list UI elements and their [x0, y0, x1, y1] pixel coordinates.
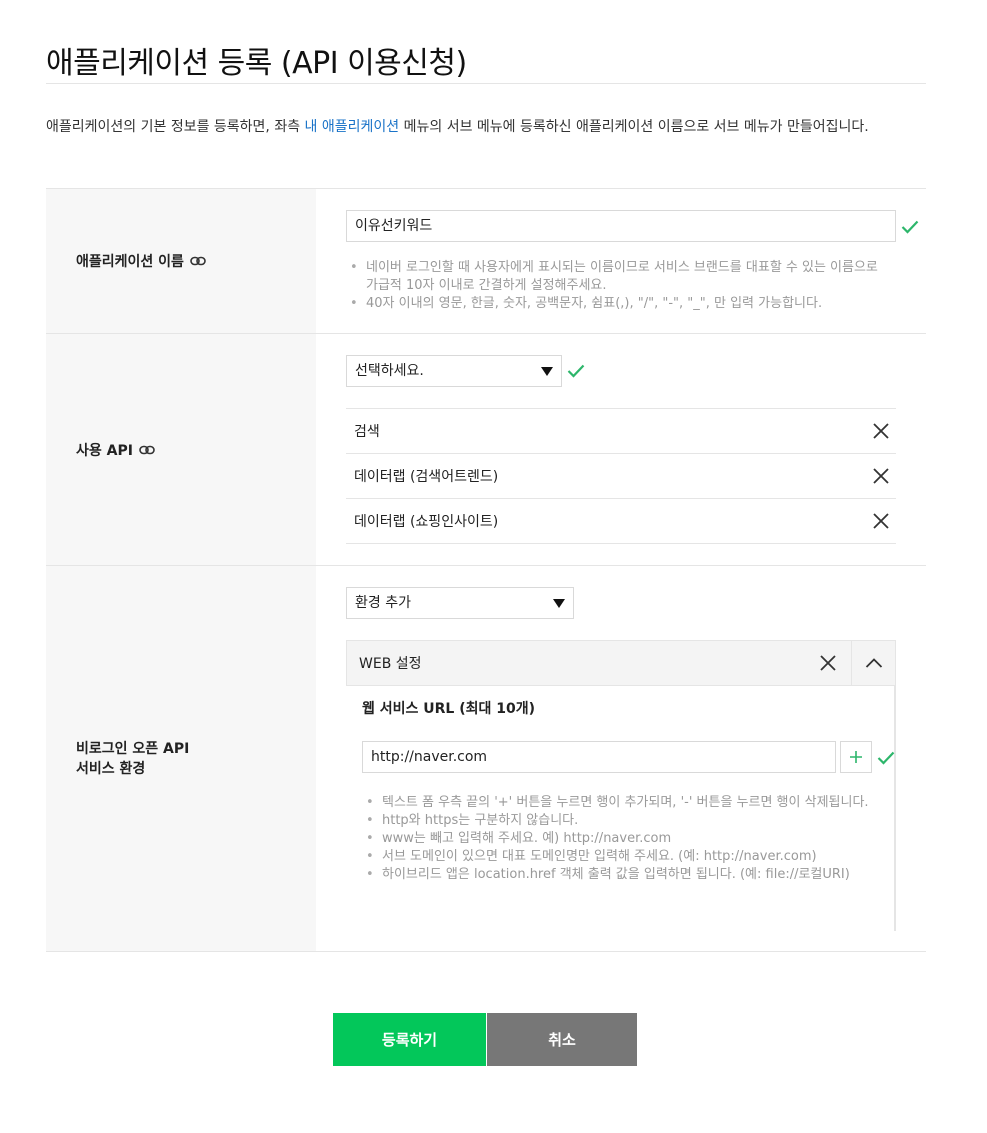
web-settings-body: 웹 서비스 URL (최대 10개) http://naver.com 텍스트 … — [346, 686, 896, 931]
hint-item: 텍스트 폼 우측 끝의 '+' 버튼을 누르면 행이 추가되며, '-' 버튼을… — [362, 794, 872, 812]
api-item-label: 데이터랩 (쇼핑인사이트) — [354, 514, 499, 530]
intro-text: 애플리케이션의 기본 정보를 등록하면, 좌측 내 애플리케이션 메뉴의 서브 … — [46, 113, 926, 141]
api-select[interactable]: 선택하세요. — [346, 355, 562, 387]
env-label-line2: 서비스 환경 — [76, 760, 146, 777]
api-row: 사용 API 선택하세요. 검색 데이터랩 (검색어트렌드) 데이터랩 (쇼핑인… — [46, 333, 926, 565]
web-settings-title: WEB 설정 — [359, 656, 422, 672]
hint-item: 40자 이내의 영문, 한글, 숫자, 공백문자, 쉼표(,), "/", "-… — [346, 295, 886, 313]
intro-text-after: 메뉴의 서브 메뉴에 등록하신 애플리케이션 이름으로 서브 메뉴가 만들어집니… — [399, 119, 869, 135]
close-x-icon[interactable] — [805, 641, 851, 685]
link-icon[interactable] — [139, 445, 155, 455]
api-label: 사용 API — [76, 442, 133, 459]
hint-item: www는 빼고 입력해 주세요. 예) http://naver.com — [362, 830, 872, 848]
api-label-cell: 사용 API — [46, 334, 316, 565]
api-field-cell: 선택하세요. 검색 데이터랩 (검색어트렌드) 데이터랩 (쇼핑인사이트) — [316, 334, 926, 565]
registration-form: 애플리케이션 이름 이유선키워드 네이버 로그인할 때 사용자에게 표시되는 이… — [46, 188, 926, 952]
valid-check-icon — [901, 219, 919, 234]
cancel-button[interactable]: 취소 — [487, 1013, 637, 1066]
link-icon[interactable] — [190, 256, 206, 266]
api-item-label: 데이터랩 (검색어트렌드) — [354, 469, 499, 485]
api-list-item: 데이터랩 (검색어트렌드) — [346, 454, 896, 499]
dropdown-arrow-icon — [553, 599, 565, 608]
hint-item: 서브 도메인이 있으면 대표 도메인명만 입력해 주세요. (예: http:/… — [362, 848, 872, 866]
hint-item: 하이브리드 앱은 location.href 객체 출력 값을 입력하면 됩니다… — [362, 866, 872, 884]
hint-item: 네이버 로그인할 때 사용자에게 표시되는 이름이므로 서비스 브랜드를 대표할… — [346, 259, 886, 295]
env-label-line1: 비로그인 오픈 API — [76, 740, 190, 757]
app-name-label: 애플리케이션 이름 — [76, 254, 184, 270]
app-name-label-cell: 애플리케이션 이름 — [46, 189, 316, 333]
web-url-hints: 텍스트 폼 우측 끝의 '+' 버튼을 누르면 행이 추가되며, '-' 버튼을… — [362, 794, 872, 884]
valid-check-icon — [877, 750, 895, 765]
env-label-cell: 비로그인 오픈 API 서비스 환경 — [46, 566, 316, 951]
dropdown-arrow-icon — [541, 367, 553, 376]
api-item-label: 검색 — [354, 424, 380, 440]
web-settings-panel: WEB 설정 웹 서비스 URL (최대 10개) http://naver.c… — [346, 640, 896, 931]
api-select-value: 선택하세요. — [355, 363, 424, 379]
hint-item: http와 https는 구분하지 않습니다. — [362, 812, 872, 830]
web-url-subtitle: 웹 서비스 URL (최대 10개) — [362, 701, 536, 717]
remove-x-icon[interactable] — [872, 512, 890, 530]
title-divider — [46, 83, 926, 84]
app-name-field-cell: 이유선키워드 네이버 로그인할 때 사용자에게 표시되는 이름이므로 서비스 브… — [316, 189, 926, 333]
page-title: 애플리케이션 등록 (API 이용신청) — [46, 46, 467, 81]
env-select-value: 환경 추가 — [355, 595, 411, 611]
intro-text-before: 애플리케이션의 기본 정보를 등록하면, 좌측 — [46, 119, 305, 135]
service-env-row: 비로그인 오픈 API 서비스 환경 환경 추가 WEB 설정 웹 서비스 UR… — [46, 565, 926, 952]
chevron-up-icon[interactable] — [851, 641, 895, 685]
selected-api-list: 검색 데이터랩 (검색어트렌드) 데이터랩 (쇼핑인사이트) — [346, 408, 896, 544]
env-add-select[interactable]: 환경 추가 — [346, 587, 574, 619]
env-field-cell: 환경 추가 WEB 설정 웹 서비스 URL (최대 10개) http://n… — [316, 566, 926, 951]
remove-x-icon[interactable] — [872, 422, 890, 440]
api-list-item: 검색 — [346, 409, 896, 454]
api-list-item: 데이터랩 (쇼핑인사이트) — [346, 499, 896, 544]
add-row-button[interactable] — [840, 741, 872, 773]
remove-x-icon[interactable] — [872, 467, 890, 485]
register-button[interactable]: 등록하기 — [333, 1013, 486, 1066]
app-name-input[interactable]: 이유선키워드 — [346, 210, 896, 242]
web-settings-header: WEB 설정 — [346, 640, 896, 686]
app-name-row: 애플리케이션 이름 이유선키워드 네이버 로그인할 때 사용자에게 표시되는 이… — [46, 188, 926, 333]
valid-check-icon — [567, 363, 585, 378]
web-url-input[interactable]: http://naver.com — [362, 741, 836, 773]
my-applications-link[interactable]: 내 애플리케이션 — [305, 119, 400, 135]
app-name-hints: 네이버 로그인할 때 사용자에게 표시되는 이름이므로 서비스 브랜드를 대표할… — [346, 259, 886, 313]
